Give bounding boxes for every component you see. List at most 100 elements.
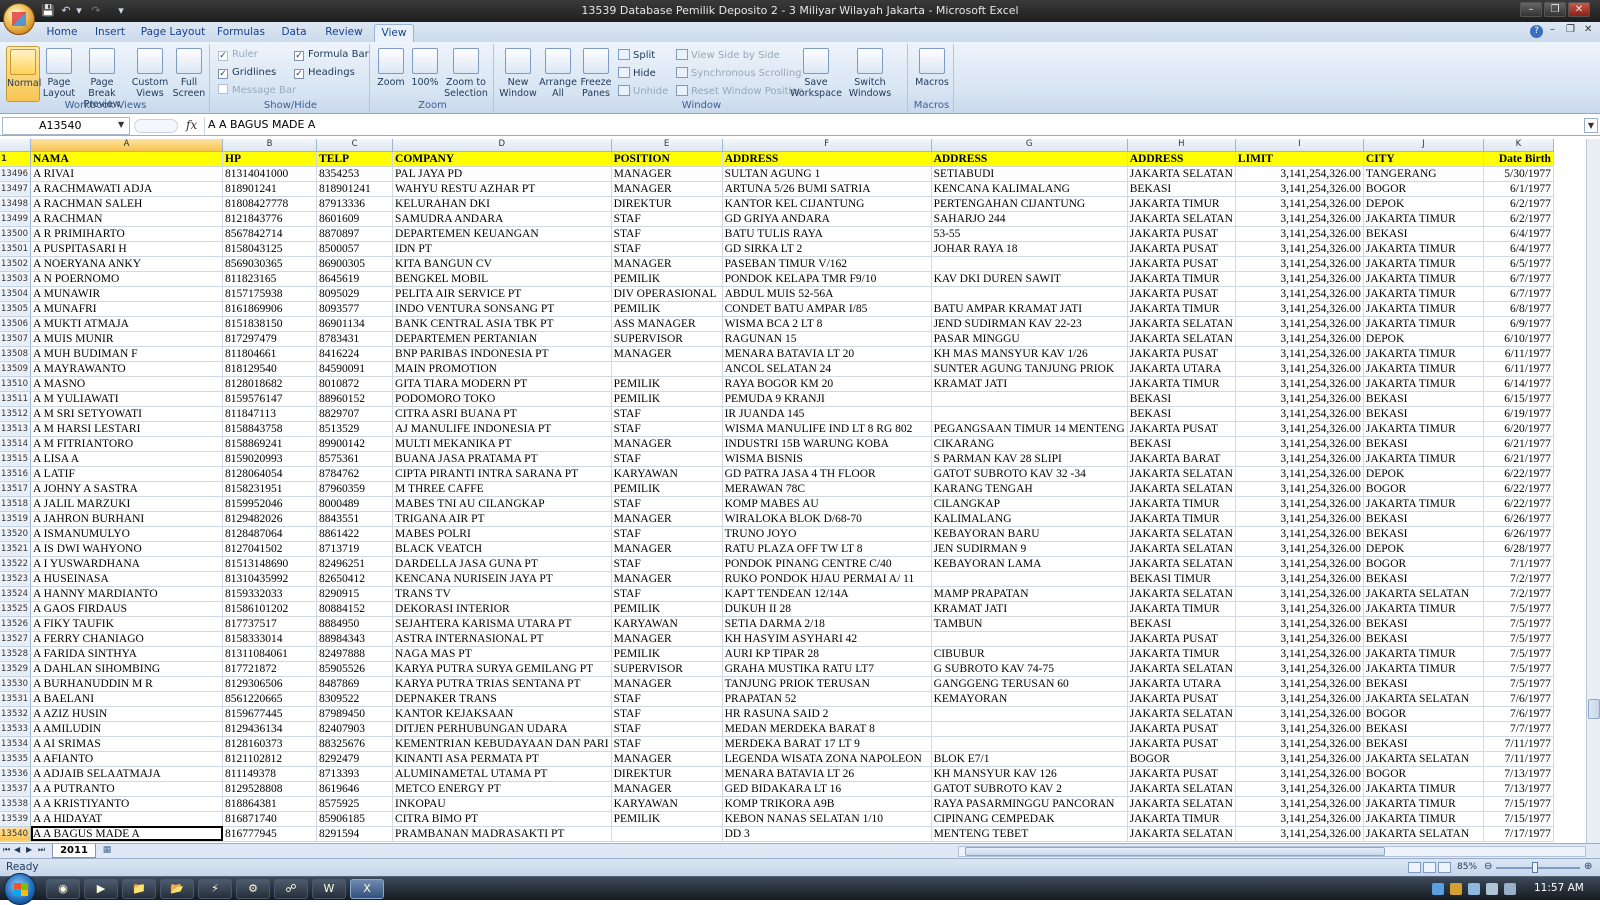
cell[interactable]: JAKARTA TIMUR	[1127, 646, 1236, 662]
cell[interactable]: BEKASI	[1363, 406, 1484, 422]
cell[interactable]: 7/5/1977	[1483, 616, 1554, 632]
cell[interactable]: PEMILIK	[611, 811, 723, 827]
cell[interactable]: STAF	[611, 586, 723, 602]
cell[interactable]: 3,141,254,326.00	[1235, 646, 1364, 662]
cell[interactable]: KINANTI ASA PERMATA PT	[392, 751, 612, 767]
cell[interactable]: 6/21/1977	[1483, 436, 1554, 452]
unhide-button[interactable]: Unhide	[618, 84, 668, 99]
cell[interactable]: 3,141,254,326.00	[1235, 391, 1364, 407]
cell[interactable]: 8157175938	[222, 286, 318, 302]
cell[interactable]: 3,141,254,326.00	[1235, 796, 1364, 812]
cell[interactable]: PODOMORO TOKO	[392, 391, 612, 407]
cell[interactable]: A A BAGUS MADE A	[30, 826, 224, 842]
cell[interactable]: SUPERVISOR	[611, 331, 723, 347]
cell[interactable]: SAMUDRA ANDARA	[392, 211, 612, 227]
cell[interactable]: 88984343	[316, 631, 394, 647]
cell[interactable]: JAKARTA SELATAN	[1127, 586, 1236, 602]
cell[interactable]: JAKARTA TIMUR	[1363, 661, 1484, 677]
cell[interactable]: A ADJAIB SELAATMAJA	[30, 766, 224, 782]
cell[interactable]: 3,141,254,326.00	[1235, 661, 1364, 677]
last-sheet-icon[interactable]: ⏭	[38, 845, 45, 855]
cell[interactable]: 3,141,254,326.00	[1235, 826, 1364, 842]
cell[interactable]: A MAYRAWANTO	[30, 361, 224, 377]
header-cell[interactable]: CITY	[1363, 151, 1484, 167]
cell[interactable]: JAKARTA TIMUR	[1363, 376, 1484, 392]
cell[interactable]: TANJUNG PRIOK TERUSAN	[722, 676, 932, 692]
cell[interactable]: ANCOL SELATAN 24	[722, 361, 932, 377]
cell[interactable]: A AFIANTO	[30, 751, 224, 767]
cell[interactable]: MABES TNI AU CILANGKAP	[392, 496, 612, 512]
cell[interactable]: HR RASUNA SAID 2	[722, 706, 932, 722]
cell[interactable]: SETIA DARMA 2/18	[722, 616, 932, 632]
cell[interactable]: JAKARTA PUSAT	[1127, 256, 1236, 272]
cell[interactable]: 3,141,254,326.00	[1235, 616, 1364, 632]
cell[interactable]: 3,141,254,326.00	[1235, 376, 1364, 392]
cell[interactable]: MANAGER	[611, 571, 723, 587]
cell[interactable]: 8127041502	[222, 541, 318, 557]
cell[interactable]: 6/11/1977	[1483, 346, 1554, 362]
cell[interactable]: 8128018682	[222, 376, 318, 392]
cell[interactable]: BEKASI	[1363, 631, 1484, 647]
zoom-out-icon[interactable]: ⊖	[1484, 861, 1492, 872]
cell[interactable]: 811149378	[222, 766, 318, 782]
cell[interactable]	[931, 571, 1128, 587]
zoom-100-button[interactable]: 100%	[408, 46, 442, 88]
ribbon-close-icon[interactable]: ✕	[1584, 24, 1592, 35]
cell[interactable]: 8416224	[316, 346, 394, 362]
cell[interactable]: 80884152	[316, 601, 394, 617]
cell[interactable]: DEPOK	[1363, 196, 1484, 212]
cell[interactable]: A BAELANI	[30, 691, 224, 707]
sheet-tab-2011[interactable]: 2011	[52, 844, 96, 858]
cell[interactable]: DIREKTUR	[611, 196, 723, 212]
cell[interactable]: JAKARTA SELATAN	[1127, 661, 1236, 677]
cell[interactable]: 6/15/1977	[1483, 391, 1554, 407]
cell[interactable]: 3,141,254,326.00	[1235, 556, 1364, 572]
tab-view[interactable]: View	[374, 24, 414, 42]
cell[interactable]: JAKARTA TIMUR	[1127, 271, 1236, 287]
cell[interactable]: A MUNAWIR	[30, 286, 224, 302]
cell[interactable]: 3,141,254,326.00	[1235, 211, 1364, 227]
cell[interactable]: 3,141,254,326.00	[1235, 436, 1364, 452]
cell[interactable]: 3,141,254,326.00	[1235, 451, 1364, 467]
cell[interactable]: MANAGER	[611, 256, 723, 272]
row-header[interactable]: 13513	[0, 421, 32, 437]
cell[interactable]: DUKUH II 28	[722, 601, 932, 617]
cell[interactable]: A LATIF	[30, 466, 224, 482]
name-box[interactable]: A13540	[2, 117, 130, 135]
header-cell[interactable]: ADDRESS	[722, 151, 932, 167]
row-header[interactable]: 1	[0, 151, 32, 167]
cell[interactable]: JEND SUDIRMAN KAV 22-23	[931, 316, 1128, 332]
cell[interactable]: JAKARTA SELATAN	[1363, 691, 1484, 707]
cell[interactable]: 8784762	[316, 466, 394, 482]
cell[interactable]: A AZIZ HUSIN	[30, 706, 224, 722]
cell[interactable]: 3,141,254,326.00	[1235, 736, 1364, 752]
cell[interactable]: 6/8/1977	[1483, 301, 1554, 317]
cell[interactable]: MEDAN MERDEKA BARAT 8	[722, 721, 932, 737]
cell[interactable]: 8158333014	[222, 631, 318, 647]
cell[interactable]: 8158043125	[222, 241, 318, 257]
cell[interactable]: A M SRI SETYOWATI	[30, 406, 224, 422]
column-header-c[interactable]: C	[316, 139, 394, 152]
message-bar-checkbox[interactable]: Message Bar	[218, 84, 296, 98]
cell[interactable]: 817297479	[222, 331, 318, 347]
cell[interactable]: DEPOK	[1363, 331, 1484, 347]
explorer-icon[interactable]: 📂	[160, 879, 194, 899]
cell[interactable]: INDUSTRI 15B WARUNG KOBA	[722, 436, 932, 452]
cell[interactable]: KEMENTRIAN KEBUDAYAAN DAN PARI	[392, 736, 612, 752]
cell[interactable]: KH HASYIM ASYHARI 42	[722, 631, 932, 647]
cell[interactable]: JAKARTA PUSAT	[1127, 736, 1236, 752]
row-header[interactable]: 13515	[0, 451, 32, 467]
cell[interactable]: A N POERNOMO	[30, 271, 224, 287]
cell[interactable]: 8309522	[316, 691, 394, 707]
select-all-corner[interactable]	[0, 139, 32, 152]
cell[interactable]: 7/13/1977	[1483, 766, 1554, 782]
cell[interactable]: JAKARTA PUSAT	[1127, 226, 1236, 242]
cell[interactable]: JAKARTA UTARA	[1127, 361, 1236, 377]
cell[interactable]: 817721872	[222, 661, 318, 677]
tab-home[interactable]: Home	[40, 24, 84, 42]
cell[interactable]: 8093577	[316, 301, 394, 317]
formula-bar-checkbox[interactable]: ✓ Formula Bar	[294, 48, 369, 62]
cell[interactable]: MANAGER	[611, 511, 723, 527]
cell[interactable]: 8159576147	[222, 391, 318, 407]
cell[interactable]: 7/17/1977	[1483, 826, 1554, 842]
